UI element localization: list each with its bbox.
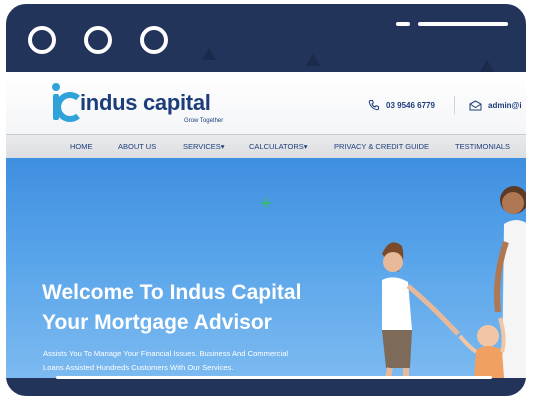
frame-line-long [418, 22, 508, 26]
header-divider [454, 96, 455, 114]
nav-item-about-us[interactable]: ABOUT US [118, 142, 156, 151]
nav-item-testimonials[interactable]: TESTIMONIALS [455, 142, 510, 151]
site-header: indus capital Grow Together 03 9546 6779… [6, 72, 526, 134]
decor-triangle [480, 60, 494, 72]
nav-item-home[interactable]: HOME [70, 142, 93, 151]
hero-title-line2: Your Mortgage Advisor [42, 311, 272, 334]
phone-contact[interactable]: 03 9546 6779 [368, 98, 435, 112]
device-frame: indus capital Grow Together 03 9546 6779… [4, 2, 528, 398]
window-dot-icon [84, 26, 112, 54]
family-photo [382, 186, 526, 378]
frame-bottom-line [56, 376, 492, 379]
phone-icon [368, 100, 379, 111]
frame-line-short [396, 22, 410, 26]
main-nav: HOME ABOUT US SERVICES▾ CALCULATORS▾ PRI… [6, 134, 526, 158]
envelope-icon [469, 99, 482, 110]
website-screen: indus capital Grow Together 03 9546 6779… [6, 72, 526, 378]
email-contact[interactable]: admin@i [469, 98, 522, 112]
logo-mark-icon [52, 83, 80, 122]
brand-name: indus capital [80, 90, 211, 115]
hero-subtitle-line1: Assists You To Manage Your Financial Iss… [43, 349, 289, 358]
decor-triangle [202, 48, 216, 60]
window-dot-icon [28, 26, 56, 54]
hero-subtitle-line2: Loans Assisted Hundreds Customers With O… [43, 363, 234, 372]
nav-item-privacy-credit-guide[interactable]: PRIVACY & CREDIT GUIDE [334, 142, 429, 151]
crosshair-cursor-icon [261, 198, 271, 208]
nav-item-calculators[interactable]: CALCULATORS▾ [249, 142, 308, 151]
hero-title-line1: Welcome To Indus Capital [42, 281, 302, 304]
nav-item-services[interactable]: SERVICES▾ [183, 142, 225, 151]
window-dot-icon [140, 26, 168, 54]
email-address: admin@i [488, 100, 522, 110]
site-logo[interactable]: indus capital Grow Together [48, 80, 248, 126]
decor-triangle [306, 54, 320, 66]
hero-banner: Welcome To Indus Capital Your Mortgage A… [6, 158, 526, 378]
brand-tagline: Grow Together [184, 118, 224, 124]
frame-decor-lines [396, 18, 526, 58]
phone-number: 03 9546 6779 [386, 100, 435, 110]
